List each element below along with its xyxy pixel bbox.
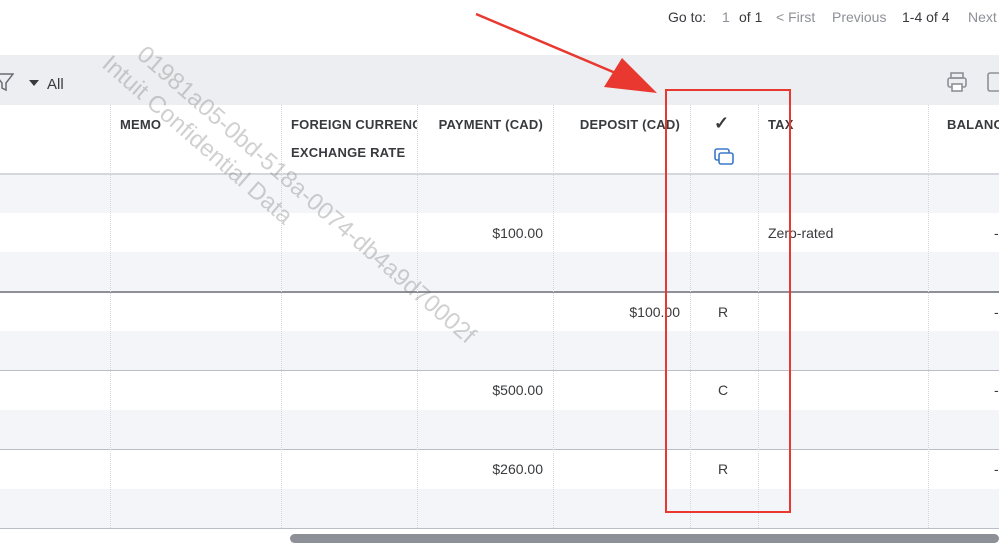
annotation-highlight-box bbox=[665, 89, 791, 513]
annotation-arrow bbox=[475, 12, 657, 93]
